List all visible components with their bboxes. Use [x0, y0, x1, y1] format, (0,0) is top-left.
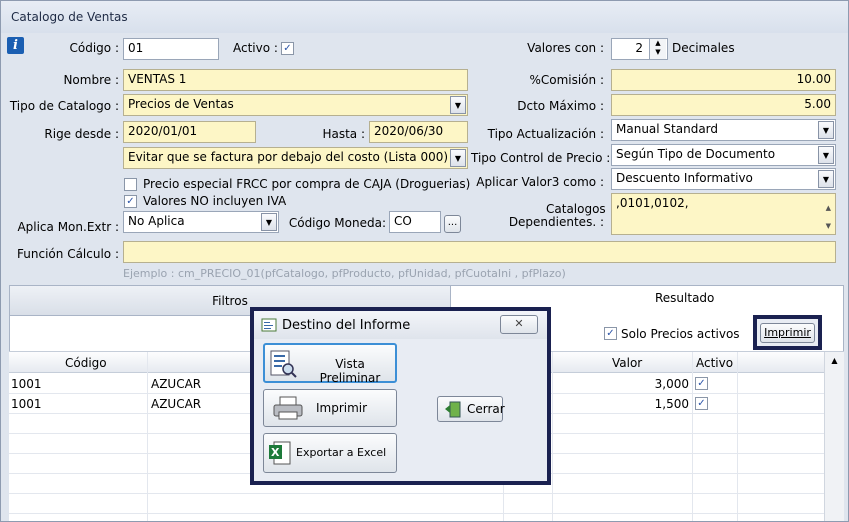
evitar-select[interactable]: Evitar que se factura por debajo del cos… [123, 147, 468, 169]
solo-precios-label: Solo Precios activos [621, 327, 740, 341]
catalogos-dep-label-2: Dependientes. : [508, 215, 604, 229]
chevron-down-icon[interactable]: ▼ [818, 146, 834, 164]
vista-preliminar-button[interactable]: Vista Preliminar [263, 343, 397, 385]
row-nombre: AZUCAR [151, 397, 202, 411]
imprimir-highlight: Imprimir [753, 315, 822, 350]
chevron-down-icon[interactable]: ▼ [261, 213, 277, 231]
close-icon[interactable]: ✕ [500, 315, 538, 334]
printer-icon [273, 396, 303, 420]
info-icon[interactable]: i [7, 37, 24, 54]
row-nombre: AZUCAR [151, 377, 202, 391]
tab-resultado[interactable]: Resultado [655, 291, 714, 305]
window-title: Catalogo de Ventas [11, 10, 128, 24]
catalogos-dep-textarea[interactable]: ,0101,0102, ▲ ▼ [611, 193, 836, 235]
decimales-label: Decimales [672, 41, 735, 55]
nombre-input[interactable]: VENTAS 1 [123, 69, 468, 91]
ejemplo-hint: Ejemplo : cm_PRECIO_01(pfCatalogo, pfPro… [123, 267, 566, 280]
tipo-catalogo-select[interactable]: Precios de Ventas ▼ [123, 94, 468, 116]
imprimir-button[interactable]: Imprimir [760, 323, 815, 343]
dialog-title-bar: Destino del Informe ✕ [254, 311, 547, 339]
chevron-down-icon[interactable]: ▼ [450, 96, 466, 114]
cerrar-button[interactable]: Cerrar [437, 396, 505, 422]
textarea-scroll-arrows[interactable]: ▲ ▼ [826, 199, 831, 234]
row-activo-checkbox[interactable]: ✓ [695, 377, 708, 390]
col-header-codigo[interactable]: Código [65, 356, 107, 370]
exit-door-icon [445, 401, 461, 418]
codigo-input[interactable]: 01 [123, 38, 219, 60]
tipo-actualizacion-select[interactable]: Manual Standard ▼ [611, 119, 836, 141]
imprimir-label: Imprimir [316, 401, 368, 415]
activo-checkbox[interactable]: ✓ [281, 42, 294, 55]
tipo-catalogo-value: Precios de Ventas [128, 97, 234, 111]
aplicar-valor3-value: Descuento Informativo [616, 171, 753, 185]
nombre-label: Nombre : [63, 73, 119, 87]
row-valor: 1,500 [654, 397, 689, 411]
hasta-label: Hasta : [322, 127, 365, 141]
chevron-down-icon[interactable]: ▼ [450, 149, 466, 167]
title-bar: Catalogo de Ventas [1, 1, 848, 33]
preview-icon [270, 350, 297, 378]
main-window: Catalogo de Ventas i Código : 01 Activo … [0, 0, 849, 522]
precio-especial-label: Precio especial FRCC por compra de CAJA … [143, 177, 471, 191]
report-icon [261, 318, 277, 332]
dcto-maximo-input[interactable]: 5.00 [611, 94, 836, 116]
exportar-excel-button[interactable]: X Exportar a Excel [263, 433, 397, 473]
grid-scrollbar[interactable]: ▲ [824, 352, 844, 521]
row-activo-checkbox[interactable]: ✓ [695, 397, 708, 410]
catalogos-dep-label-1: Catalogos [546, 202, 606, 216]
aplicar-valor3-select[interactable]: Descuento Informativo ▼ [611, 168, 836, 190]
dcto-maximo-label: Dcto Máximo : [517, 99, 604, 113]
row-valor: 3,000 [654, 377, 689, 391]
rige-desde-label: Rige desde : [44, 127, 119, 141]
svg-text:X: X [271, 446, 280, 459]
excel-icon: X [269, 441, 291, 465]
valores-con-label: Valores con : [527, 41, 604, 55]
tipo-actualizacion-label: Tipo Actualización : [487, 127, 604, 141]
codigo-moneda-label: Código Moneda: [288, 216, 386, 230]
scroll-up-icon[interactable]: ▲ [825, 352, 844, 365]
tipo-control-select[interactable]: Según Tipo de Documento ▼ [611, 144, 836, 166]
dialog-imprimir-button[interactable]: Imprimir [263, 389, 397, 427]
moneda-lookup-button[interactable]: ... [444, 215, 461, 233]
tipo-catalogo-label: Tipo de Catalogo : [9, 99, 119, 113]
comision-label: %Comisión : [529, 73, 604, 87]
valores-iva-label: Valores NO incluyen IVA [143, 194, 287, 208]
comision-input[interactable]: 10.00 [611, 69, 836, 91]
exportar-excel-label: Exportar a Excel [296, 446, 387, 459]
aplicar-valor3-label: Aplicar Valor3 como : [476, 175, 604, 189]
tipo-control-label: Tipo Control de Precio : [471, 151, 611, 165]
catalogos-dep-value: ,0101,0102, [616, 196, 689, 210]
col-header-valor[interactable]: Valor [612, 356, 642, 370]
activo-label: Activo : [233, 41, 278, 55]
tipo-control-value: Según Tipo de Documento [616, 147, 776, 161]
hasta-input[interactable]: 2020/06/30 [369, 121, 468, 143]
rige-desde-input[interactable]: 2020/01/01 [123, 121, 256, 143]
spinner-arrows[interactable]: ▲ ▼ [649, 39, 666, 59]
aplica-mon-value: No Aplica [128, 214, 185, 228]
destino-informe-dialog: Destino del Informe ✕ Vista Preliminar I… [250, 307, 551, 485]
codigo-moneda-input[interactable]: CO [389, 211, 441, 233]
col-header-activo[interactable]: Activo [696, 356, 733, 370]
funcion-calculo-label: Función Cálculo : [17, 247, 119, 261]
aplica-mon-label: Aplica Mon.Extr : [17, 220, 119, 234]
cerrar-label: Cerrar [467, 402, 505, 416]
dialog-title: Destino del Informe [282, 318, 411, 333]
evitar-value: Evitar que se factura por debajo del cos… [128, 150, 449, 164]
tipo-actualizacion-value: Manual Standard [616, 122, 719, 136]
row-codigo: 1001 [11, 397, 42, 411]
codigo-label: Código : [69, 41, 120, 55]
row-codigo: 1001 [11, 377, 42, 391]
aplica-mon-select[interactable]: No Aplica ▼ [123, 211, 279, 233]
funcion-calculo-input[interactable] [123, 241, 836, 263]
solo-precios-checkbox[interactable]: ✓ [604, 327, 617, 340]
valores-iva-checkbox[interactable]: ✓ [124, 195, 137, 208]
chevron-down-icon[interactable]: ▼ [818, 121, 834, 139]
chevron-down-icon[interactable]: ▼ [818, 170, 834, 188]
precio-especial-checkbox[interactable] [124, 178, 137, 191]
vista-preliminar-label: Vista Preliminar [319, 357, 381, 385]
